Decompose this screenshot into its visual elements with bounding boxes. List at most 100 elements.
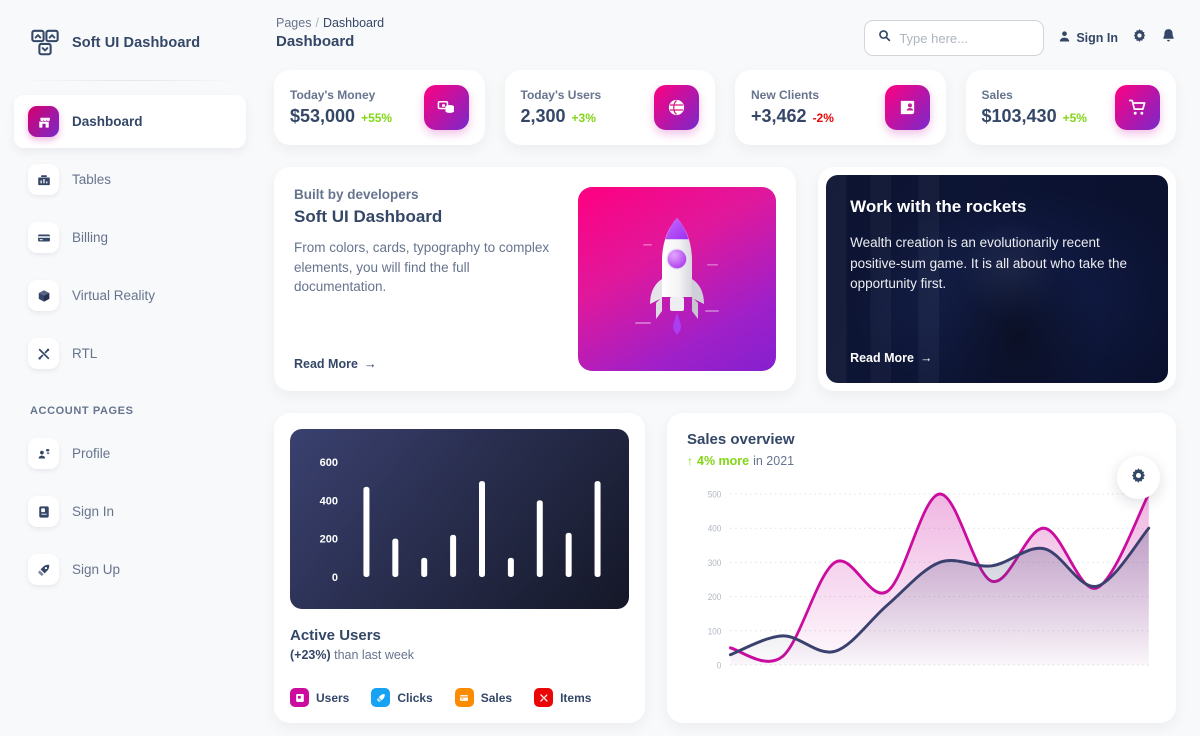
stat-label: Today's Users (520, 88, 602, 102)
bar-chart-y-tick: 0 (332, 572, 338, 584)
read-more-label: Read More (294, 356, 358, 371)
settings-button[interactable] (1132, 28, 1147, 48)
read-more-link-dark[interactable]: Read More → (850, 351, 1144, 365)
sidebar-section-account-pages: ACCOUNT PAGES (30, 405, 134, 417)
stat-value: 2,300 (520, 106, 566, 126)
sidebar: Soft UI Dashboard Dashboard Tables Billi… (0, 0, 260, 736)
bar-chart-bar (450, 534, 457, 577)
chart-settings-button[interactable] (1117, 456, 1160, 499)
line-chart-svg: 0 100 200 300 400 500 (708, 489, 1151, 671)
settings-tools-icon (28, 338, 59, 369)
world-icon (654, 85, 699, 130)
active-users-title: Active Users (290, 627, 381, 644)
sidebar-item-label: Dashboard (72, 114, 143, 129)
user-icon (1058, 30, 1071, 46)
line-chart-y-tick: 300 (708, 557, 722, 568)
legend-label: Clicks (397, 690, 433, 705)
breadcrumb-separator: / (315, 16, 319, 30)
stat-label: Sales (981, 88, 1013, 102)
bar-chart-y-tick: 600 (320, 457, 338, 469)
active-users-delta: (+23%) (290, 648, 331, 662)
legend-label: Users (316, 690, 350, 705)
active-users-subtitle: (+23%) than last week (290, 648, 629, 662)
sidebar-item-label: RTL (72, 346, 98, 361)
sidebar-item-tables[interactable]: Tables (14, 153, 246, 206)
stat-label: Today's Money (290, 88, 376, 102)
main-content: Pages/Dashboard Dashboard Sign In (260, 0, 1200, 736)
promo-row: Built by developers Soft UI Dashboard Fr… (274, 167, 1176, 391)
box-3d-icon (28, 280, 59, 311)
sidebar-item-label: Profile (72, 446, 111, 461)
stat-card-sales: Sales $103,430 +5% (965, 70, 1176, 145)
brand[interactable]: Soft UI Dashboard (0, 0, 260, 80)
active-users-card: 600 400 200 0 Active Users (+23%) than last… (274, 413, 645, 723)
legend-item-clicks: Clicks (371, 688, 433, 707)
line-chart-y-tick: 100 (708, 626, 722, 637)
document-icon (28, 496, 59, 527)
brand-title: Soft UI Dashboard (72, 35, 201, 51)
sidebar-item-sign-up[interactable]: Sign Up (14, 543, 246, 596)
line-chart-y-tick: 500 (708, 489, 722, 500)
legend-label: Sales (480, 690, 513, 705)
stat-card-todays-money: Today's Money $53,000 +55% (274, 70, 485, 145)
promo-body: From colors, cards, typography to comple… (294, 240, 550, 295)
work-with-rockets-card: Work with the rockets Wealth creation is… (818, 167, 1176, 391)
dark-card-heading: Work with the rockets (850, 197, 1027, 216)
bar-chart-bar (392, 538, 399, 577)
stat-card-new-clients: New Clients +3,462 -2% (735, 70, 946, 145)
shop-icon (28, 106, 59, 137)
stat-card-todays-users: Today's Users 2,300 +3% (504, 70, 715, 145)
legend-label: Items (560, 690, 592, 705)
bar-chart-y-tick: 200 (320, 534, 338, 546)
read-more-label: Read More (850, 351, 914, 365)
stat-delta: +5% (1062, 111, 1087, 125)
sidebar-item-dashboard[interactable]: Dashboard (14, 95, 246, 148)
bar-chart-bar (594, 481, 601, 577)
sidebar-item-label: Billing (72, 230, 109, 245)
gear-icon (1130, 467, 1147, 489)
legend-item-items: Items (534, 688, 591, 707)
sidebar-item-label: Sign In (72, 504, 115, 519)
stat-delta: +55% (361, 111, 393, 125)
wallet-icon (290, 688, 309, 707)
stat-value: $103,430 (981, 106, 1057, 126)
search-input[interactable] (899, 30, 1031, 46)
promo-heading: Soft UI Dashboard (294, 207, 443, 226)
promo-eyebrow: Built by developers (294, 187, 419, 202)
built-by-developers-card: Built by developers Soft UI Dashboard Fr… (274, 167, 797, 391)
sidebar-item-rtl[interactable]: RTL (14, 327, 246, 380)
sidebar-item-sign-in[interactable]: Sign In (14, 485, 246, 538)
stat-delta: -2% (812, 111, 834, 125)
sales-delta: 4% more (697, 454, 750, 468)
arrow-right-icon: → (919, 351, 933, 365)
read-more-link[interactable]: Read More → (294, 356, 562, 371)
bar-chart-bar (536, 500, 543, 577)
tools-icon (534, 688, 554, 707)
line-chart-y-tick: 400 (708, 523, 722, 534)
bar-chart-bar (363, 486, 370, 577)
stat-value: $53,000 (290, 106, 356, 126)
sidebar-nav: Dashboard Tables Billing Virtual Reality (0, 95, 260, 596)
bar-chart-bar (565, 532, 572, 577)
sales-delta-rest: in 2021 (753, 454, 795, 468)
search-box[interactable] (864, 20, 1045, 56)
rocket-icon (28, 554, 59, 585)
breadcrumb-root[interactable]: Pages (276, 16, 311, 30)
sidebar-item-virtual-reality[interactable]: Virtual Reality (14, 269, 246, 322)
bell-icon (1161, 28, 1176, 48)
customer-support-icon (28, 438, 59, 469)
charts-row: 600 400 200 0 Active Users (+23%) than last… (274, 413, 1176, 723)
sidebar-item-profile[interactable]: Profile (14, 427, 246, 480)
notifications-button[interactable] (1161, 28, 1176, 48)
stat-value: +3,462 (751, 106, 807, 126)
signin-button[interactable]: Sign In (1058, 30, 1118, 46)
app-root: Soft UI Dashboard Dashboard Tables Billi… (0, 0, 1200, 736)
sales-line-chart: 0 100 200 300 400 500 (687, 480, 1156, 690)
active-users-legend: Users Clicks Sales Items (290, 688, 629, 707)
click-icon (371, 688, 391, 707)
gear-icon (1132, 28, 1147, 48)
signin-label: Sign In (1076, 31, 1118, 45)
rocket-illustration (578, 187, 777, 371)
sidebar-item-billing[interactable]: Billing (14, 211, 246, 264)
bar-chart-bar (421, 557, 428, 577)
